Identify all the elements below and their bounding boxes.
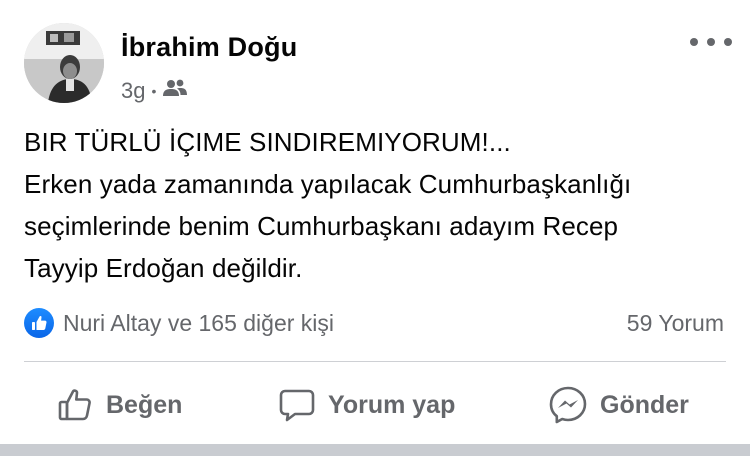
post-meta: 3g • bbox=[121, 77, 188, 105]
reactions-summary[interactable]: Nuri Altay ve 165 diğer kişi bbox=[63, 310, 334, 337]
more-dot-icon bbox=[707, 38, 715, 46]
avatar[interactable] bbox=[24, 23, 104, 103]
more-options-button[interactable] bbox=[690, 28, 732, 56]
separator-dot: • bbox=[151, 83, 157, 99]
send-button[interactable]: Gönder bbox=[548, 380, 689, 430]
like-icon[interactable] bbox=[24, 308, 54, 338]
post-text-line: seçimlerinde benim Cumhurbaşkanı adayım … bbox=[24, 211, 619, 241]
post-time[interactable]: 3g bbox=[121, 78, 145, 104]
comment-bubble-icon bbox=[279, 389, 315, 422]
post-text-line: BIR TÜRLÜ İÇIME SINDIREMIYORUM!... bbox=[24, 127, 511, 157]
like-label: Beğen bbox=[106, 390, 183, 419]
post-text-line: Erken yada zamanında yapılacak Cumhurbaş… bbox=[24, 169, 632, 199]
friends-icon[interactable] bbox=[162, 78, 188, 104]
feed-separator bbox=[0, 444, 750, 456]
comments-count[interactable]: 59 Yorum bbox=[627, 310, 724, 337]
post-text: BIR TÜRLÜ İÇIME SINDIREMIYORUM!... Erken… bbox=[24, 121, 734, 289]
post-text-line: Tayyip Erdoğan değildir. bbox=[24, 253, 303, 283]
comment-button[interactable]: Yorum yap bbox=[278, 380, 455, 430]
like-button[interactable]: Beğen bbox=[56, 380, 182, 430]
comment-label: Yorum yap bbox=[328, 390, 456, 419]
reactions-bar: Nuri Altay ve 165 diğer kişi 59 Yorum bbox=[24, 305, 724, 341]
send-label: Gönder bbox=[600, 390, 689, 419]
profile-photo bbox=[24, 23, 104, 103]
messenger-icon bbox=[549, 386, 587, 424]
thumbs-up-icon bbox=[58, 389, 91, 421]
author-name[interactable]: İbrahim Doğu bbox=[121, 32, 297, 63]
divider bbox=[24, 361, 726, 362]
post-card: İbrahim Doğu 3g • BIR TÜRLÜ İÇIME SINDIR… bbox=[0, 0, 750, 456]
more-dot-icon bbox=[690, 38, 698, 46]
more-dot-icon bbox=[724, 38, 732, 46]
